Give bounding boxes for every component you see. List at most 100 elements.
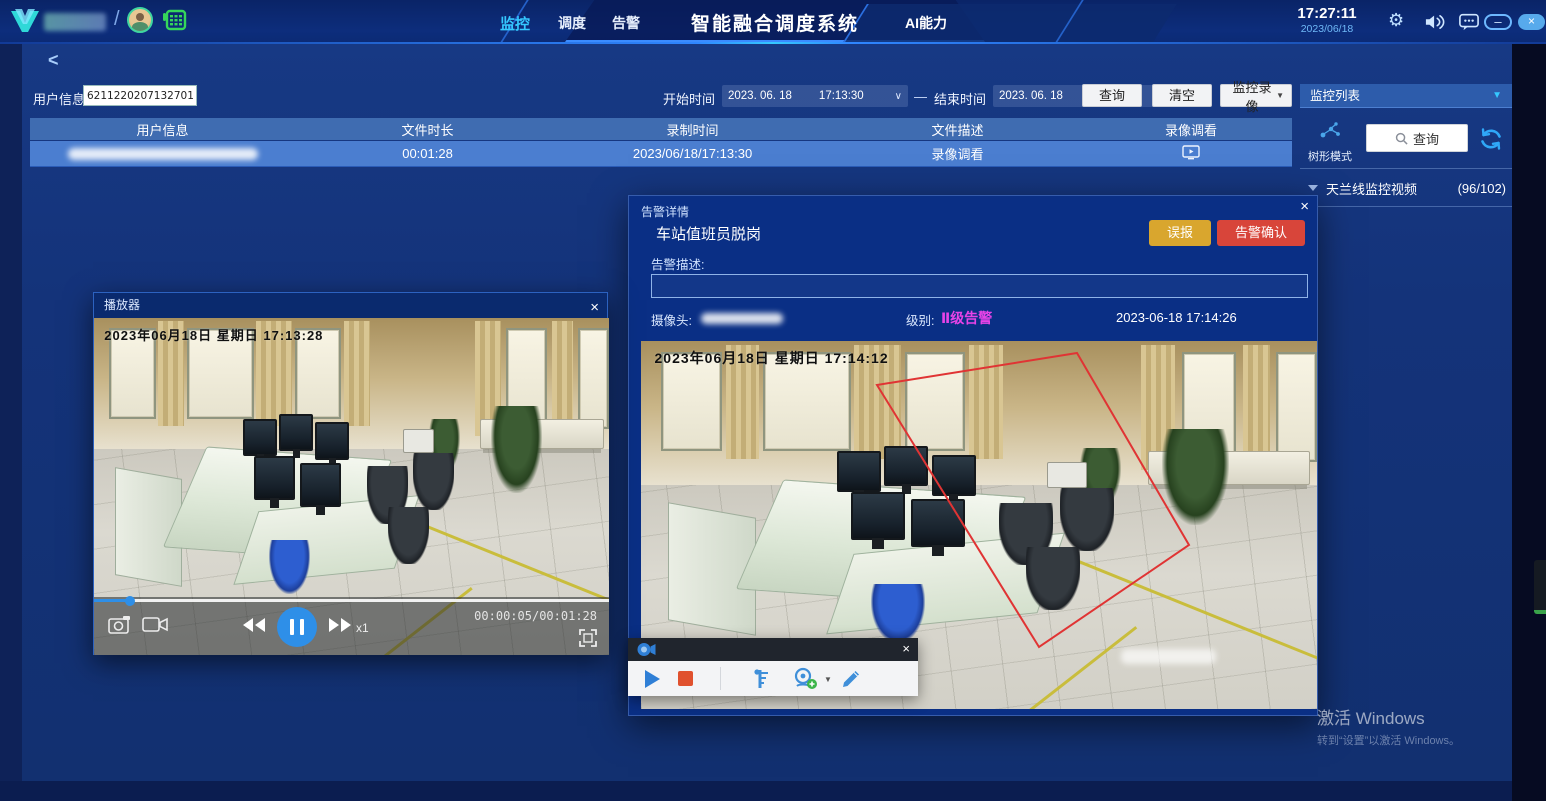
sidebar-search-button[interactable]: 查询 bbox=[1366, 124, 1468, 152]
user-avatar[interactable] bbox=[127, 7, 153, 33]
playback-speed-label[interactable]: x1 bbox=[356, 621, 369, 635]
pause-button[interactable] bbox=[277, 607, 317, 647]
tree-mode-icon bbox=[1318, 120, 1342, 140]
webcam-dropdown-arrow-icon[interactable]: ▼ bbox=[824, 675, 832, 684]
tree-item-label: 天兰线监控视频 bbox=[1326, 179, 1417, 198]
col-record-time: 录制时间 bbox=[560, 120, 825, 139]
webcam-add-icon[interactable] bbox=[792, 667, 818, 691]
record-type-value: 监控录像 bbox=[1228, 77, 1276, 115]
back-button[interactable]: < bbox=[48, 50, 59, 71]
clock-date: 2023/06/18 bbox=[1288, 23, 1366, 35]
player-controls-bar: x1 00:00:05/00:01:28 bbox=[94, 597, 609, 655]
range-dash: — bbox=[914, 89, 927, 104]
cell-record-time: 2023/06/18/17:13:30 bbox=[560, 146, 825, 161]
tree-mode-label: 树形模式 bbox=[1302, 148, 1358, 164]
redacted-user-info bbox=[68, 148, 258, 160]
record-stop-button[interactable] bbox=[678, 671, 693, 686]
tab-ai[interactable]: AI能力 bbox=[905, 13, 947, 33]
user-info-input[interactable] bbox=[83, 85, 197, 106]
record-toolbar-titlebar[interactable]: × bbox=[628, 638, 918, 661]
tab-monitor[interactable]: 监控 bbox=[500, 13, 530, 34]
record-play-button[interactable] bbox=[645, 670, 660, 688]
record-video-icon[interactable] bbox=[142, 616, 168, 634]
search-button[interactable]: 查询 bbox=[1082, 84, 1142, 107]
record-toolbar-body: ▼ bbox=[628, 661, 918, 696]
progress-handle[interactable] bbox=[125, 596, 135, 606]
tab-dispatch[interactable]: 调度 bbox=[558, 13, 586, 33]
app-root: / 监控 调度 告警 智能融合调度系统 AI能力 17:27:11 2023/0… bbox=[0, 0, 1546, 801]
end-date-value: 2023. 06. 18 bbox=[999, 90, 1063, 102]
end-time-label: 结束时间 bbox=[934, 89, 986, 108]
fullscreen-icon[interactable] bbox=[579, 629, 597, 647]
sidebar-divider bbox=[1300, 206, 1512, 207]
player-title: 播放器 bbox=[104, 298, 140, 312]
settings-gear-icon[interactable]: ⚙ bbox=[1388, 10, 1404, 31]
window-minimize-button[interactable]: – bbox=[1484, 14, 1512, 30]
col-view: 录像调看 bbox=[1090, 120, 1292, 139]
toolbar-divider bbox=[720, 667, 721, 690]
player-titlebar[interactable]: 播放器 × bbox=[94, 293, 607, 318]
logo-divider: / bbox=[114, 8, 120, 31]
camera-label: 摄像头: bbox=[651, 310, 692, 329]
right-edge-strip bbox=[1512, 44, 1546, 801]
sidebar-divider bbox=[1300, 168, 1512, 169]
softphone-icon[interactable] bbox=[160, 8, 188, 32]
record-toolbar-close-icon[interactable]: × bbox=[902, 641, 910, 656]
start-time-picker[interactable]: 2023. 06. 18 17:13:30 ∨ bbox=[722, 85, 908, 107]
camera-app-icon bbox=[636, 642, 656, 657]
start-date-value: 2023. 06. 18 bbox=[728, 90, 792, 102]
alarm-time: 2023-06-18 17:14:26 bbox=[1116, 310, 1237, 325]
alarm-dialog-close-icon[interactable]: × bbox=[1300, 198, 1309, 215]
brand-logo-text-blur bbox=[44, 13, 106, 31]
app-title: 智能融合调度系统 bbox=[620, 9, 930, 36]
dropdown-arrow-icon: ▼ bbox=[1276, 91, 1284, 100]
alarm-info-row: 摄像头: 级别: Ⅱ级告警 2023-06-18 17:14:26 bbox=[629, 310, 1317, 330]
pencil-edit-icon[interactable] bbox=[840, 668, 862, 690]
playback-timecode: 00:00:05/00:01:28 bbox=[474, 609, 597, 623]
cell-duration: 00:01:28 bbox=[295, 146, 560, 161]
monitor-list-title: 监控列表 bbox=[1310, 89, 1360, 103]
playback-monitor-icon[interactable] bbox=[1182, 145, 1200, 160]
header-clock: 17:27:11 2023/06/18 bbox=[1288, 5, 1366, 35]
alarm-dialog-title: 告警详情 bbox=[641, 203, 689, 220]
volume-icon[interactable] bbox=[1424, 12, 1446, 32]
table-row[interactable]: 00:01:28 2023/06/18/17:13:30 录像调看 bbox=[30, 141, 1292, 167]
player-close-icon[interactable]: × bbox=[590, 295, 599, 320]
alarm-desc-input[interactable] bbox=[651, 274, 1308, 298]
clear-button[interactable]: 清空 bbox=[1152, 84, 1212, 107]
tag-tool-icon[interactable] bbox=[752, 668, 774, 690]
collapse-caret-icon[interactable] bbox=[1308, 185, 1318, 191]
player-video-area: 2023年06月18日 星期日 17:13:28 bbox=[94, 318, 609, 655]
col-user-info: 用户信息 bbox=[30, 120, 295, 139]
taskbar-peek-item[interactable] bbox=[1534, 560, 1546, 614]
top-header-bar: / 监控 调度 告警 智能融合调度系统 AI能力 17:27:11 2023/0… bbox=[0, 0, 1546, 44]
tree-mode-toggle[interactable]: 树形模式 bbox=[1302, 120, 1358, 164]
progress-bar[interactable] bbox=[94, 599, 609, 602]
redacted-video-label bbox=[1121, 649, 1216, 664]
alarm-confirm-button[interactable]: 告警确认 bbox=[1217, 220, 1305, 246]
monitor-list-header[interactable]: 监控列表 ▼ bbox=[1300, 84, 1512, 108]
user-info-label: 用户信息 bbox=[33, 89, 85, 108]
refresh-icon[interactable] bbox=[1478, 126, 1504, 152]
tree-item-line[interactable]: 天兰线监控视频 (96/102) bbox=[1300, 174, 1512, 202]
col-duration: 文件时长 bbox=[295, 120, 560, 139]
snapshot-camera-icon[interactable] bbox=[108, 615, 132, 635]
bottom-edge-strip bbox=[0, 781, 1512, 801]
message-bubble-icon[interactable] bbox=[1458, 12, 1480, 32]
record-toolbar: × ▼ bbox=[628, 638, 918, 696]
start-time-label: 开始时间 bbox=[663, 89, 715, 108]
cell-file-desc: 录像调看 bbox=[825, 144, 1090, 163]
brand-logo-icon bbox=[10, 8, 40, 34]
fast-forward-icon[interactable] bbox=[328, 617, 352, 633]
rewind-icon[interactable] bbox=[242, 617, 266, 633]
tree-item-count: (96/102) bbox=[1458, 181, 1506, 196]
start-time-value: 17:13:30 bbox=[819, 90, 864, 102]
player-osd-timestamp: 2023年06月18日 星期日 17:13:28 bbox=[104, 325, 323, 344]
alarm-event-name: 车站值班员脱岗 bbox=[656, 223, 761, 244]
clock-time: 17:27:11 bbox=[1288, 5, 1366, 22]
record-type-select[interactable]: 监控录像 ▼ bbox=[1220, 84, 1292, 107]
window-close-button[interactable]: × bbox=[1518, 14, 1545, 30]
alarm-level-value: Ⅱ级告警 bbox=[941, 308, 992, 328]
col-file-desc: 文件描述 bbox=[825, 120, 1090, 139]
false-report-button[interactable]: 误报 bbox=[1149, 220, 1211, 246]
